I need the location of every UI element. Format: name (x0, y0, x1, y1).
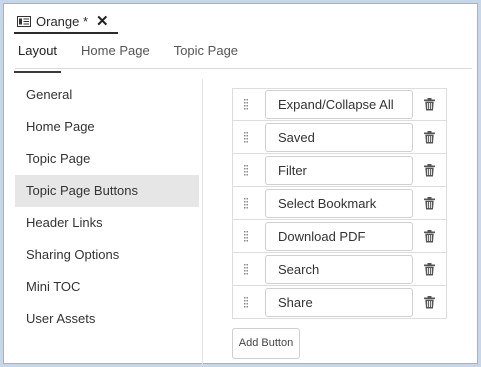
button-row: Select Bookmark (232, 187, 448, 220)
trash-icon[interactable] (424, 131, 435, 144)
button-row: Filter (232, 154, 448, 187)
trash-icon[interactable] (424, 263, 435, 276)
sidebar-item-mini-toc[interactable]: Mini TOC (15, 271, 199, 303)
sidebar-item-header-links[interactable]: Header Links (15, 207, 199, 239)
window-frame: Orange * ✕ Layout Home Page Topic Page G… (0, 0, 481, 367)
drag-handle-icon[interactable] (244, 98, 248, 110)
document-tab[interactable]: Orange * ✕ (17, 8, 109, 34)
drag-handle-icon[interactable] (244, 131, 248, 143)
trash-icon[interactable] (424, 296, 435, 309)
drag-handle-icon[interactable] (244, 197, 248, 209)
button-label-field[interactable]: Saved (265, 123, 413, 152)
sidebar-item-topic-page[interactable]: Topic Page (15, 143, 199, 175)
button-row: Share (232, 286, 448, 319)
button-label-field[interactable]: Expand/Collapse All (265, 90, 413, 119)
close-icon[interactable]: ✕ (96, 14, 109, 29)
tab-topic-page[interactable]: Topic Page (174, 39, 238, 67)
sidebar-item-sharing-options[interactable]: Sharing Options (15, 239, 199, 271)
tab-home-page[interactable]: Home Page (81, 39, 150, 67)
button-label-field[interactable]: Search (265, 255, 413, 284)
trash-icon[interactable] (424, 164, 435, 177)
topic-buttons-list: Expand/Collapse All Saved Filter Select Boo… (232, 88, 448, 319)
tabs-divider (15, 68, 472, 69)
button-row: Download PDF (232, 220, 448, 253)
trash-icon[interactable] (424, 230, 435, 243)
sidebar: General Home Page Topic Page Topic Page … (15, 79, 199, 335)
add-button[interactable]: Add Button (232, 328, 300, 359)
sidebar-item-topic-page-buttons[interactable]: Topic Page Buttons (15, 175, 199, 207)
settings-tabs: Layout Home Page Topic Page (13, 39, 262, 73)
button-label-field[interactable]: Select Bookmark (265, 189, 413, 218)
sidebar-item-user-assets[interactable]: User Assets (15, 303, 199, 335)
document-tab-indicator (14, 32, 118, 34)
trash-icon[interactable] (424, 98, 435, 111)
drag-handle-icon[interactable] (244, 296, 248, 308)
sidebar-item-general[interactable]: General (15, 79, 199, 111)
button-label-field[interactable]: Download PDF (265, 222, 413, 251)
drag-handle-icon[interactable] (244, 164, 248, 176)
button-row: Saved (232, 121, 448, 154)
drag-handle-icon[interactable] (244, 263, 248, 275)
sidebar-divider (202, 79, 203, 366)
trash-icon[interactable] (424, 197, 435, 210)
button-label-field[interactable]: Share (265, 288, 413, 317)
tab-layout[interactable]: Layout (13, 39, 62, 73)
document-icon (17, 15, 31, 27)
button-row: Expand/Collapse All (232, 88, 448, 121)
button-label-field[interactable]: Filter (265, 156, 413, 185)
drag-handle-icon[interactable] (244, 230, 248, 242)
document-title: Orange * (36, 13, 89, 29)
button-row: Search (232, 253, 448, 286)
sidebar-item-home-page[interactable]: Home Page (15, 111, 199, 143)
